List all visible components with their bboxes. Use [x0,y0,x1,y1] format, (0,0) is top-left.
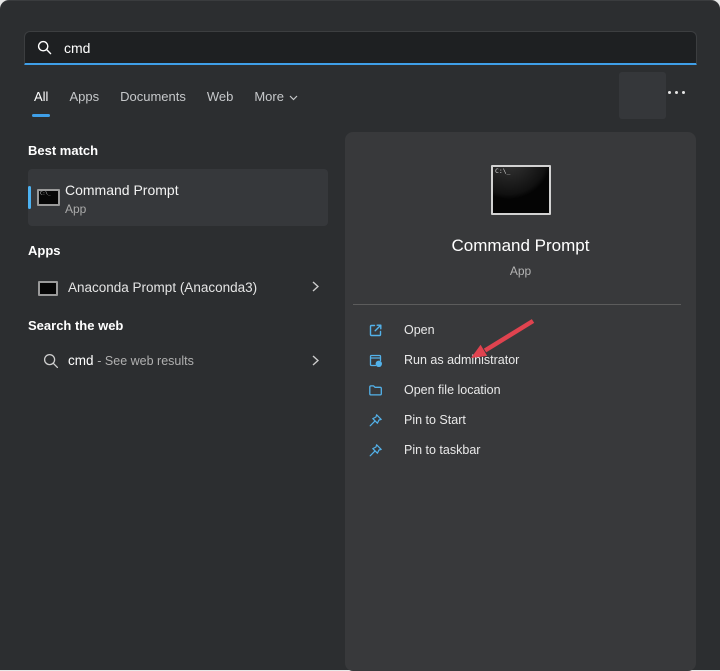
action-open-file-location[interactable]: Open file location [345,375,696,405]
action-list: Open Run as administrator Open file loca… [345,315,696,465]
action-label: Pin to Start [404,413,466,427]
filter-tabs: All Apps Documents Web More [34,89,298,110]
tab-all[interactable]: All [34,89,48,110]
more-options-button[interactable] [668,91,685,94]
result-title: Command Prompt [65,182,179,198]
action-label: Open file location [404,383,501,397]
search-icon [37,40,52,55]
pin-icon [368,443,383,458]
command-prompt-icon-large: C:\_ [491,165,551,215]
ellipsis-icon [668,91,671,94]
app-result-anaconda[interactable]: Anaconda Prompt (Anaconda3) [28,269,328,307]
best-match-result[interactable]: C:\_ Command Prompt App [28,169,328,226]
result-type: App [65,202,86,216]
preview-type: App [345,264,696,278]
selection-accent-bar [28,186,31,209]
pin-icon [368,413,383,428]
chevron-right-icon [312,279,319,297]
web-search-result[interactable]: cmd - See web results [28,343,328,381]
action-run-as-administrator[interactable]: Run as administrator [345,345,696,375]
folder-icon [368,383,383,398]
terminal-icon [38,281,58,296]
chevron-down-icon [289,89,298,104]
app-result-label: Anaconda Prompt (Anaconda3) [68,280,257,295]
action-open[interactable]: Open [345,315,696,345]
web-query: cmd [68,353,94,368]
tab-documents[interactable]: Documents [120,89,186,110]
action-pin-to-start[interactable]: Pin to Start [345,405,696,435]
tab-more[interactable]: More [254,89,298,110]
preview-title: Command Prompt [345,236,696,256]
run-as-admin-icon [368,353,383,368]
action-label: Run as administrator [404,353,519,367]
search-web-header: Search the web [28,318,123,333]
search-input[interactable] [62,39,684,57]
web-suffix: - See web results [97,354,194,368]
command-prompt-icon: C:\_ [37,189,60,206]
tab-apps[interactable]: Apps [69,89,99,110]
action-label: Pin to taskbar [404,443,480,457]
toolbar-hover-highlight [619,72,666,119]
chevron-right-icon [312,353,319,371]
tab-more-label: More [254,89,284,104]
web-result-label: cmd - See web results [68,353,194,368]
search-flyout-window: All Apps Documents Web More Best match C… [0,0,720,670]
divider [353,304,681,305]
open-icon [368,323,383,338]
action-label: Open [404,323,435,337]
preview-panel: C:\_ Command Prompt App Open Run as admi… [345,132,696,671]
tab-web[interactable]: Web [207,89,234,110]
search-bar[interactable] [24,31,697,65]
search-icon [43,353,59,374]
best-match-header: Best match [28,143,98,158]
action-pin-to-taskbar[interactable]: Pin to taskbar [345,435,696,465]
apps-header: Apps [28,243,61,258]
